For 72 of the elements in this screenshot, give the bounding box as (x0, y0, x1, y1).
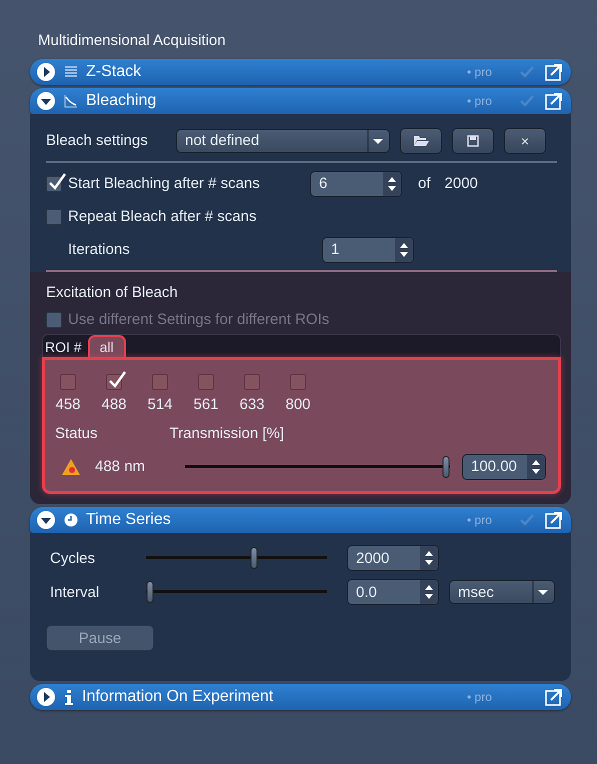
channel-name: 488 nm (95, 458, 146, 475)
section-title: Information On Experiment (82, 688, 274, 706)
group-title: Excitation of Bleach (46, 284, 179, 301)
info-icon (64, 689, 74, 705)
popout-icon[interactable] (545, 688, 563, 706)
pro-label: • pro (467, 690, 493, 704)
field-label: Interval (50, 584, 100, 600)
checkbox[interactable] (198, 374, 214, 390)
checkbox-label: Use different Settings for different ROIs (68, 311, 330, 328)
open-button[interactable] (400, 128, 442, 154)
number-field[interactable]: 6 (310, 170, 402, 196)
popout-icon[interactable] (545, 92, 563, 110)
column-header: Transmission [%] (170, 425, 284, 442)
laser-label: 514 (147, 396, 173, 413)
checkbox[interactable] (244, 374, 260, 390)
checkbox-label: Start Bleaching after # scans (68, 175, 260, 192)
spin-arrows-icon[interactable] (383, 172, 401, 196)
section-title: Time Series (86, 511, 172, 529)
toggle-icon[interactable] (36, 687, 56, 707)
checkbox-label: Repeat Bleach after # scans (68, 208, 256, 225)
section-title: Bleaching (86, 92, 158, 110)
popout-icon[interactable] (545, 511, 563, 529)
section-header[interactable]: Bleaching • pro (30, 88, 571, 114)
checkbox[interactable] (46, 208, 62, 224)
slider-thumb[interactable] (146, 581, 154, 603)
toggle-icon[interactable] (36, 62, 56, 82)
spin-arrows-icon[interactable] (420, 546, 438, 570)
section-title: Z-Stack (86, 63, 142, 81)
checkbox[interactable] (152, 374, 168, 390)
spin-arrows-icon[interactable] (527, 454, 545, 478)
pro-label: • pro (467, 65, 493, 79)
field-label: Bleach settings (46, 132, 149, 149)
field-label: Cycles (50, 550, 96, 566)
number-field[interactable]: 2000 (347, 545, 439, 571)
section-header[interactable]: Time Series • pro (30, 507, 571, 533)
laser-label: 633 (239, 396, 265, 413)
curve-icon (64, 94, 78, 108)
number-field[interactable]: 1 (322, 236, 414, 262)
checkbox[interactable] (60, 374, 76, 390)
total-count: 2000 (444, 175, 478, 192)
toggle-icon[interactable] (36, 510, 56, 530)
number-field[interactable]: 100.00 (462, 454, 546, 480)
spin-arrows-icon[interactable] (395, 238, 413, 262)
section-header[interactable]: Information On Experiment • pro (30, 684, 571, 710)
checkbox[interactable] (290, 374, 306, 390)
pro-label: • pro (467, 94, 493, 108)
laser-label: 800 (285, 396, 311, 413)
unit-dropdown[interactable]: msec (449, 580, 555, 604)
spin-arrows-icon[interactable] (420, 580, 438, 604)
clear-button[interactable]: × (504, 128, 546, 154)
panel-title: Multidimensional Acquisition (38, 32, 227, 49)
slider-thumb[interactable] (442, 456, 450, 478)
toggle-icon[interactable] (36, 91, 56, 111)
stack-icon (64, 65, 78, 79)
popout-icon[interactable] (545, 63, 563, 81)
roi-label: ROI # (45, 339, 82, 357)
clock-icon (64, 513, 78, 527)
settings-dropdown[interactable]: not defined (176, 128, 390, 152)
slider-thumb[interactable] (250, 547, 258, 569)
laser-label: 561 (193, 396, 219, 413)
section-header[interactable]: Z-Stack • pro (30, 59, 571, 85)
laser-label: 488 (101, 396, 127, 413)
roi-tab[interactable]: all (88, 335, 126, 357)
of-label: of (418, 175, 431, 192)
number-field[interactable]: 0.0 (347, 579, 439, 605)
laser-label: 458 (55, 396, 81, 413)
warning-icon (61, 458, 81, 476)
column-header: Status (55, 425, 98, 442)
field-label: Iterations (67, 241, 131, 258)
pro-label: • pro (467, 513, 493, 527)
save-button[interactable] (452, 128, 494, 154)
folder-icon (413, 134, 429, 146)
